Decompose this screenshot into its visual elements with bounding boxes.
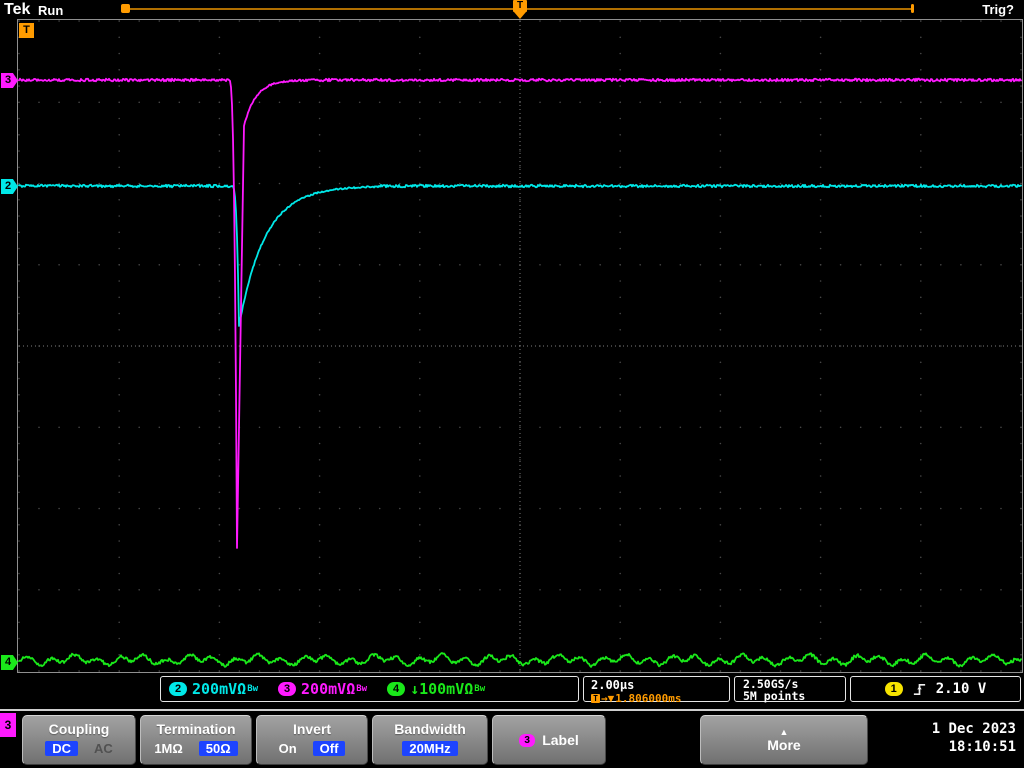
channel-4-badge: 4 [387,682,406,696]
termination-50ohm-option[interactable]: 50Ω [198,741,238,756]
channel-4-impedance: Ω [464,680,474,698]
graticule-frame [17,19,1023,673]
bandwidth-label: Bandwidth [394,721,466,737]
date-text: 1 Dec 2023 [931,721,1016,737]
channel-4-marker[interactable]: 4 [1,655,18,670]
channel-3-scale-value: 200mV [301,680,347,698]
channel-4-scale-value: ↓100mV [410,680,465,698]
trigger-position-marker[interactable]: T [513,0,527,19]
channel-1-badge: 1 [884,682,903,696]
record-length: 5M points [743,689,806,703]
channel-3-badge-small: 3 [519,733,536,747]
channel-2-marker[interactable]: 2 [1,179,18,194]
rising-edge-icon [913,683,925,695]
trigger-position-arrow-icon [514,12,526,19]
trigger-position-readout: T →▼ 1.806000ms [591,692,729,705]
channel-4-bandwidth-flag: Bw [474,684,486,694]
arrow-icon: →▼ [601,692,615,705]
coupling-ac-option[interactable]: AC [94,741,113,756]
channel-2-bandwidth-flag: Bw [247,684,259,694]
channel-3-scale: 200mVΩBw [301,680,367,698]
trigger-readout[interactable]: 1 2.10 V [850,676,1021,702]
channel-3-marker[interactable]: 3 [1,73,18,88]
bandwidth-button[interactable]: Bandwidth 20MHz [372,715,488,765]
channel-4-scale: ↓100mVΩBw [410,680,485,698]
trigger-level-marker[interactable]: T [19,23,34,38]
trigger-position-value: 1.806000ms [615,692,682,705]
trigger-level-value: 2.10 V [935,681,987,697]
record-start-marker [121,4,130,13]
label-button[interactable]: 3 Label [492,715,606,765]
tek-logo: Tek [4,1,31,18]
channel-2-scale: 200mVΩBw [192,680,258,698]
timebase-scale: 2.00µs [591,678,635,692]
termination-button[interactable]: Termination 1MΩ 50Ω [140,715,252,765]
more-button-text: More [767,736,801,753]
record-end-marker [911,4,914,13]
invert-off-option[interactable]: Off [312,741,346,756]
channel-2-badge: 2 [169,682,187,696]
invert-button[interactable]: Invert On Off [256,715,368,765]
channel-2-readout[interactable]: 2 200mVΩBw [169,680,258,698]
time-text: 18:10:51 [948,739,1016,755]
active-channel-tab: 3 [0,713,16,737]
channel-4-readout[interactable]: 4 ↓100mVΩBw [387,680,485,698]
invert-on-option[interactable]: On [279,741,297,756]
channel-3-bandwidth-flag: Bw [356,684,368,694]
channel-2-impedance: Ω [237,680,247,698]
channel-3-impedance: Ω [346,680,356,698]
horizontal-readout[interactable]: 2.00µs T →▼ 1.806000ms [583,676,730,705]
t-marker-icon: T [591,694,600,703]
trigger-status: Trig? [982,2,1014,17]
channel-3-badge: 3 [278,682,297,696]
acquisition-status: Run [38,3,64,18]
coupling-label: Coupling [48,721,110,737]
chevron-up-icon: ▲ [779,726,789,737]
termination-1mohm-option[interactable]: 1MΩ [154,741,182,756]
more-button[interactable]: ▲ More [700,715,868,765]
menu-bar: 3 Coupling DC AC Termination 1MΩ 50Ω Inv… [0,709,1024,768]
acquisition-readout[interactable]: 2.50GS/s 5M points [734,676,846,702]
coupling-button[interactable]: Coupling DC AC [22,715,136,765]
top-status-bar: Tek Run T Trig? [0,0,1024,19]
bandwidth-value[interactable]: 20MHz [402,741,458,756]
label-button-text: Label [542,732,579,748]
invert-label: Invert [292,721,332,737]
coupling-dc-option[interactable]: DC [45,741,78,756]
channel-3-readout[interactable]: 3 200mVΩBw [278,680,367,698]
datetime-display: 1 Dec 2023 18:10:51 [932,720,1016,756]
channel-2-scale-value: 200mV [192,680,238,698]
channel-scale-readouts[interactable]: 2 200mVΩBw 3 200mVΩBw 4 ↓100mVΩBw [160,676,579,702]
trigger-position-label: T [513,0,527,12]
termination-label: Termination [156,721,236,737]
